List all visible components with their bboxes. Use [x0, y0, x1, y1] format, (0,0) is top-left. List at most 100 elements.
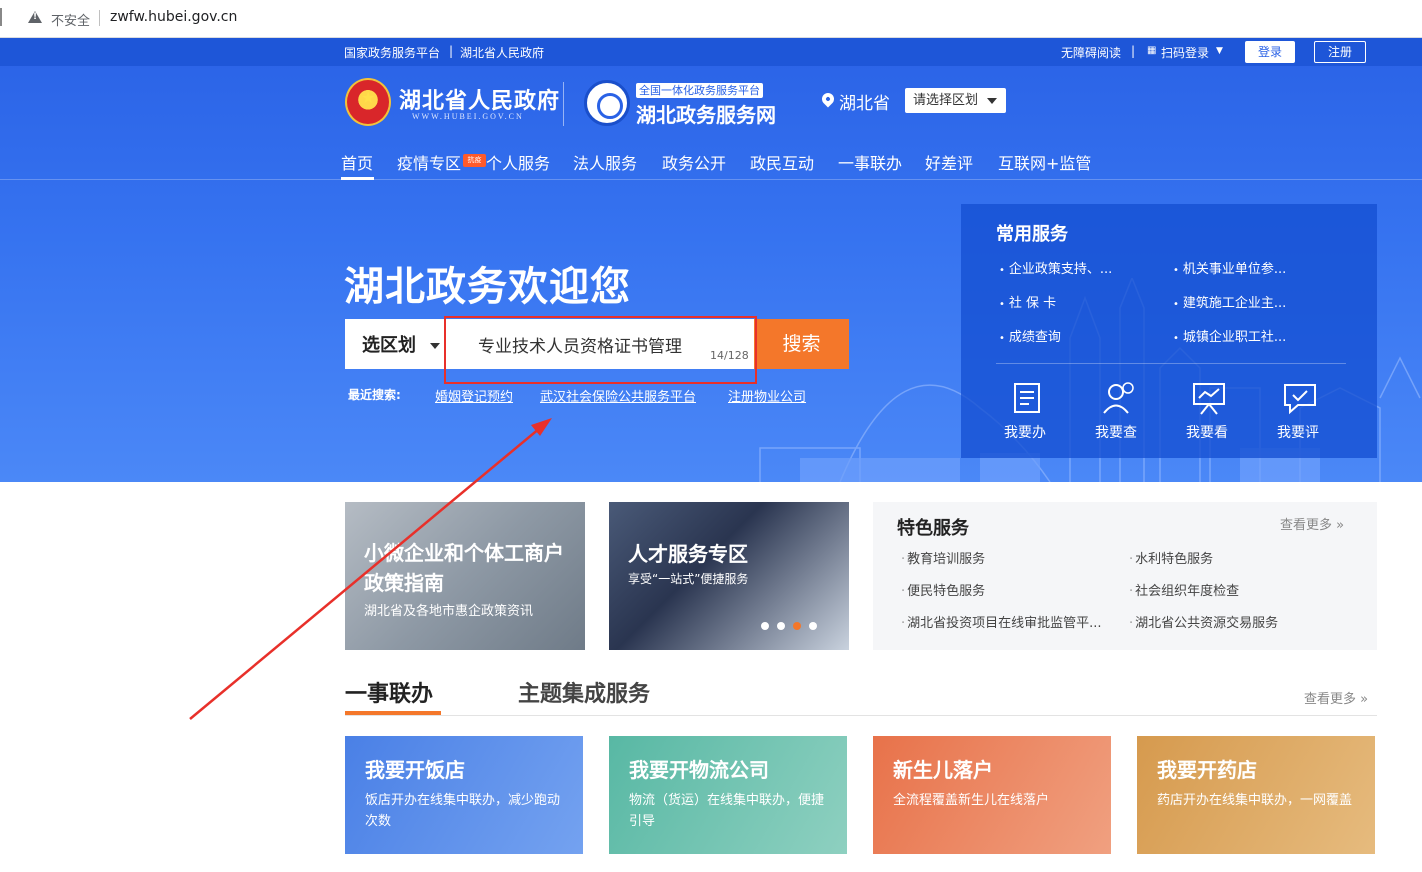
common-service-link[interactable]: 建筑施工企业主...: [1173, 292, 1286, 311]
region-select[interactable]: 请选择区划: [905, 88, 1006, 113]
search-person-icon[interactable]: [1098, 380, 1138, 416]
nav-item-joint-service[interactable]: 一事联办: [838, 150, 902, 174]
caret-down-icon: [987, 98, 997, 104]
common-services-panel: 常用服务 企业政策支持、... 机关事业单位参... 社 保 卡 建筑施工企业主…: [961, 204, 1377, 458]
comment-icon[interactable]: [1280, 380, 1320, 416]
small-business-card[interactable]: 小微企业和个体工商户政策指南 湖北省及各地市惠企政策资讯: [345, 502, 585, 650]
document-icon[interactable]: [1007, 380, 1047, 416]
recent-search-link[interactable]: 注册物业公司: [728, 386, 806, 405]
common-service-link[interactable]: 成绩查询: [999, 326, 1061, 345]
double-chevron-right-icon: »: [1360, 692, 1369, 707]
small-business-title: 小微企业和个体工商户政策指南: [364, 541, 564, 595]
platform-name[interactable]: 湖北政务服务网: [636, 99, 776, 128]
action-view-label[interactable]: 我要看: [1186, 422, 1228, 442]
recent-search-label: 最近搜索:: [348, 388, 401, 402]
carousel-dot[interactable]: [809, 622, 817, 630]
nav-item-legal[interactable]: 法人服务: [573, 150, 637, 174]
topbar-divider: |: [449, 44, 454, 58]
featured-more-label: 查看更多: [1280, 518, 1333, 533]
register-button[interactable]: 注册: [1314, 41, 1366, 63]
scan-login-link[interactable]: 扫码登录: [1161, 44, 1209, 61]
talent-service-desc: 享受“一站式”便捷服务: [628, 572, 749, 586]
common-service-link[interactable]: 机关事业单位参...: [1173, 258, 1286, 277]
panel-divider: [996, 363, 1346, 364]
top-bar: 国家政务服务平台 | 湖北省人民政府 无障碍阅读 | ▦ 扫码登录 ▼ 登录 注…: [0, 38, 1422, 66]
talent-service-title: 人才服务专区: [628, 542, 748, 566]
featured-link[interactable]: 便民特色服务: [901, 580, 985, 599]
action-query-label[interactable]: 我要查: [1095, 422, 1137, 442]
nav-badge: 抗疫: [463, 154, 486, 167]
caret-down-icon: [430, 343, 440, 349]
nav-item-public-affairs[interactable]: 政务公开: [662, 150, 726, 174]
service-card-desc: 药店开办在线集中联办，一网覆盖: [1157, 793, 1353, 808]
logo-divider: [563, 82, 564, 126]
nav-item-rating[interactable]: 好差评: [925, 150, 973, 174]
service-card-restaurant[interactable]: 我要开饭店 饭店开办在线集中联办，减少跑动次数: [345, 736, 583, 854]
url-text[interactable]: zwfw.hubei.gov.cn: [110, 9, 237, 25]
carousel-dot[interactable]: [761, 622, 769, 630]
accessibility-link[interactable]: 无障碍阅读: [1061, 44, 1121, 61]
featured-link[interactable]: 社会组织年度检查: [1129, 580, 1239, 599]
nav-item-interaction[interactable]: 政民互动: [750, 150, 814, 174]
common-service-link[interactable]: 企业政策支持、...: [999, 258, 1112, 277]
featured-services-box: 特色服务 查看更多 » 教育培训服务 水利特色服务 便民特色服务 社会组织年度检…: [873, 502, 1377, 650]
tab-theme-service[interactable]: 主题集成服务: [518, 676, 650, 708]
carousel-dot[interactable]: [777, 622, 785, 630]
common-service-link[interactable]: 城镇企业职工社...: [1173, 326, 1286, 345]
tab-more-link[interactable]: 查看更多 »: [1304, 688, 1368, 707]
login-button[interactable]: 登录: [1245, 41, 1295, 63]
featured-link[interactable]: 水利特色服务: [1129, 548, 1213, 567]
featured-link[interactable]: 教育培训服务: [901, 548, 985, 567]
hubei-gov-link[interactable]: 湖北省人民政府: [460, 44, 544, 61]
gov-domain: WWW.HUBEI.GOV.CN: [412, 112, 524, 121]
location-pin-icon: [819, 90, 837, 108]
region-select-value: 请选择区划: [913, 93, 979, 108]
small-business-desc: 湖北省及各地市惠企政策资讯: [364, 604, 534, 619]
service-card-logistics[interactable]: 我要开物流公司 物流（货运）在线集中联办，便捷引导: [609, 736, 847, 854]
presentation-icon[interactable]: [1189, 380, 1229, 416]
nav-item-supervision[interactable]: 互联网+监管: [998, 150, 1091, 174]
insecure-label[interactable]: 不安全: [51, 10, 90, 29]
browser-edge-icon: [0, 8, 4, 26]
nav-item-epidemic[interactable]: 疫情专区: [397, 150, 461, 174]
featured-link[interactable]: 湖北省投资项目在线审批监管平...: [901, 612, 1101, 631]
platform-logo-icon: [584, 80, 630, 126]
browser-address-bar[interactable]: 不安全 zwfw.hubei.gov.cn: [0, 0, 1422, 38]
recent-search-link[interactable]: 武汉社会保险公共服务平台: [540, 386, 696, 405]
service-card-pharmacy[interactable]: 我要开药店 药店开办在线集中联办，一网覆盖: [1137, 736, 1375, 854]
nav-item-personal[interactable]: 个人服务: [486, 150, 550, 174]
action-do-label[interactable]: 我要办: [1004, 422, 1046, 442]
qr-icon: ▦: [1147, 45, 1157, 56]
search-region-select[interactable]: 选区划: [345, 319, 448, 369]
address-separator: [99, 10, 100, 26]
service-card-newborn[interactable]: 新生儿落户 全流程覆盖新生儿在线落户: [873, 736, 1111, 854]
province-label: 湖北省: [839, 94, 890, 114]
platform-tag: 全国一体化政务服务平台: [636, 83, 763, 98]
tab-more-label: 查看更多: [1304, 692, 1357, 707]
national-emblem-icon: [345, 78, 391, 126]
chevron-down-icon: ▼: [1216, 46, 1223, 56]
service-card-title: 我要开药店: [1157, 758, 1257, 782]
topbar-divider-2: |: [1131, 44, 1136, 58]
featured-more-link[interactable]: 查看更多 »: [1280, 514, 1344, 533]
gov-name[interactable]: 湖北省人民政府: [399, 83, 560, 115]
featured-link[interactable]: 湖北省公共资源交易服务: [1129, 612, 1278, 631]
common-services-title: 常用服务: [996, 224, 1068, 245]
nav-divider: [0, 179, 1422, 180]
double-chevron-right-icon: »: [1336, 518, 1345, 533]
warning-icon: [28, 11, 42, 23]
recent-search-link[interactable]: 婚姻登记预约: [435, 386, 513, 405]
nav-item-home[interactable]: 首页: [341, 150, 373, 174]
tab-joint-service[interactable]: 一事联办: [345, 676, 433, 708]
hero-section: 国家政务服务平台 | 湖北省人民政府 无障碍阅读 | ▦ 扫码登录 ▼ 登录 注…: [0, 38, 1422, 482]
carousel-dot-active[interactable]: [793, 622, 801, 630]
action-rate-label[interactable]: 我要评: [1277, 422, 1319, 442]
service-card-desc: 物流（货运）在线集中联办，便捷引导: [629, 793, 825, 829]
search-button[interactable]: 搜索: [754, 319, 849, 369]
service-card-desc: 全流程覆盖新生儿在线落户: [893, 793, 1050, 808]
national-platform-link[interactable]: 国家政务服务平台: [344, 44, 440, 61]
common-service-link[interactable]: 社 保 卡: [999, 292, 1056, 311]
service-card-desc: 饭店开办在线集中联办，减少跑动次数: [365, 793, 561, 829]
service-card-title: 我要开物流公司: [629, 758, 769, 782]
tab-divider: [345, 715, 1377, 716]
